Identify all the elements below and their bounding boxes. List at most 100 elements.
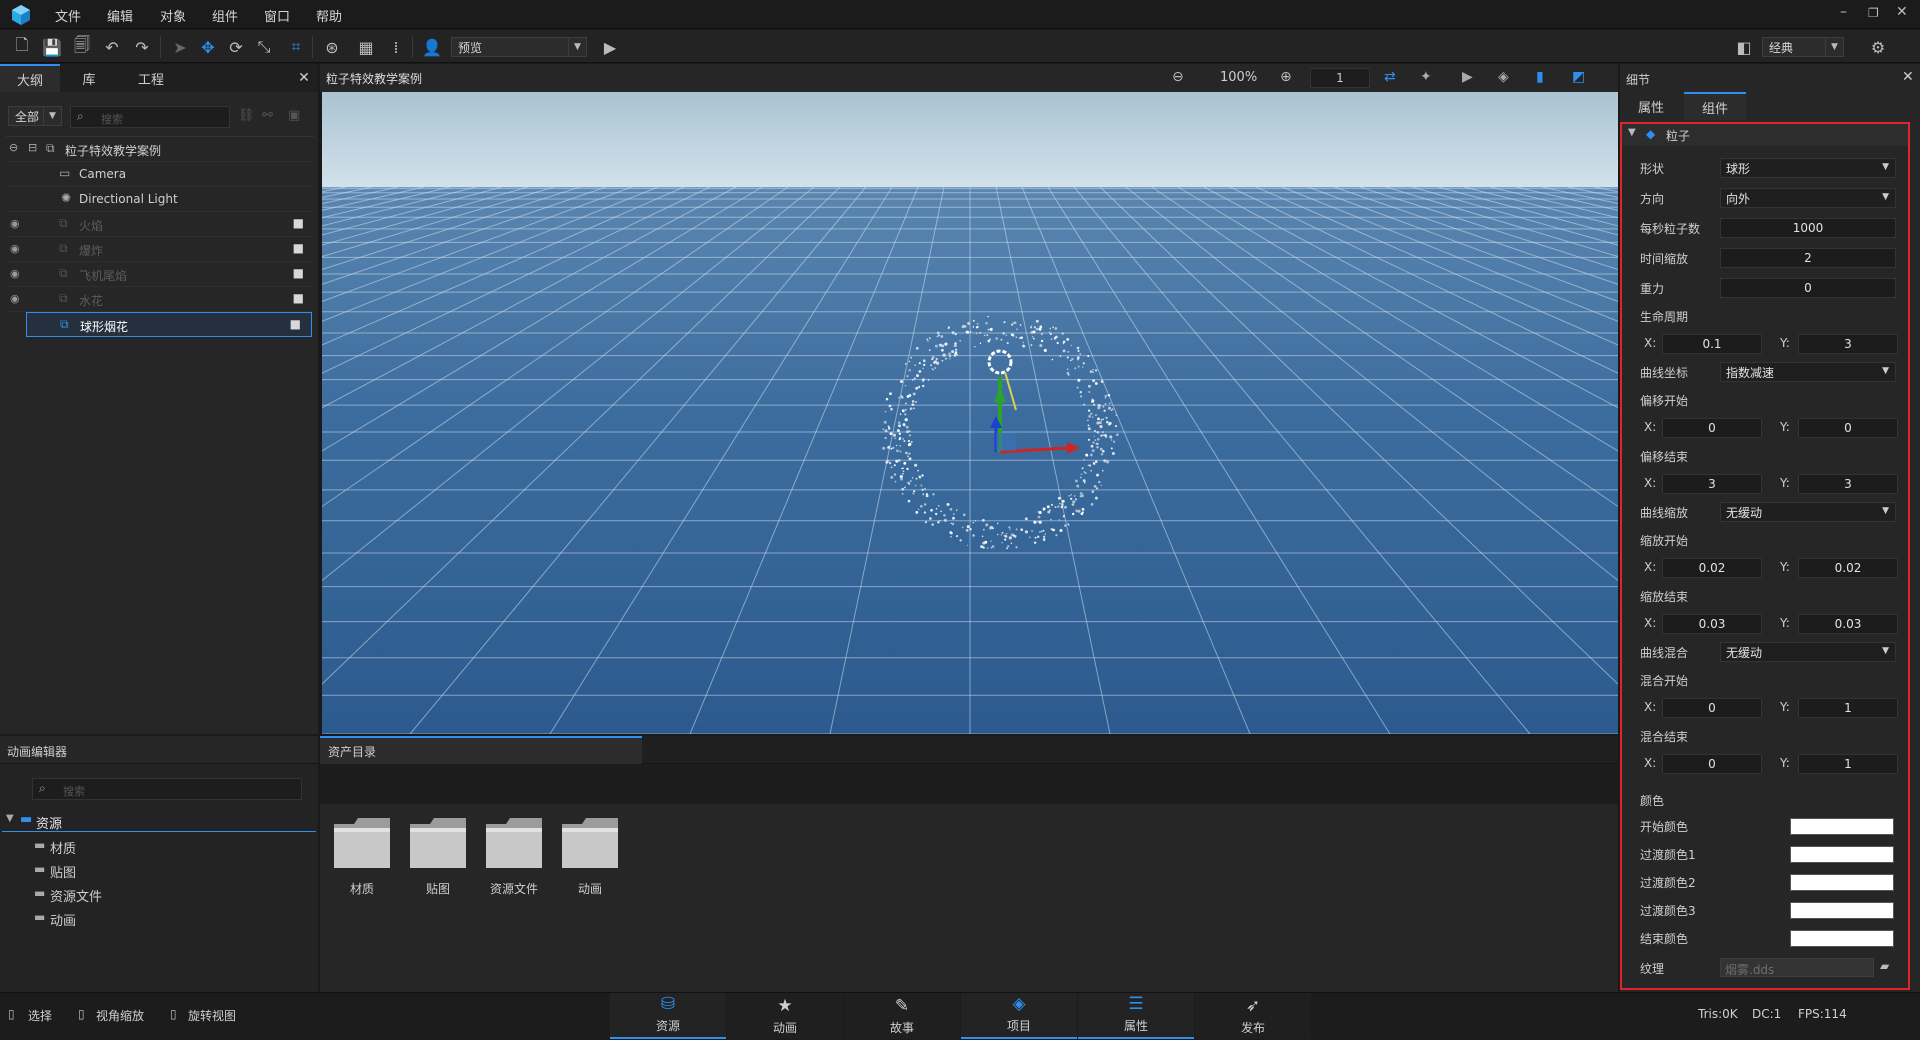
camera-view-icon[interactable]: ▶ bbox=[1462, 69, 1473, 85]
cube-icon[interactable]: ◈ bbox=[1498, 69, 1509, 85]
bottom-tab-assets[interactable]: ⛁ 资源 bbox=[610, 993, 726, 1039]
tree-item-folder[interactable]: ▬ 材质 bbox=[34, 836, 234, 858]
bottom-tab-publish[interactable]: ➶ 发布 bbox=[1195, 993, 1311, 1039]
animation-search-input[interactable]: ⌕ 搜索 bbox=[32, 778, 302, 800]
tree-item-folder[interactable]: ▬ 贴图 bbox=[34, 860, 234, 882]
blend-end-x-input[interactable]: 0 bbox=[1662, 754, 1762, 774]
eye-icon[interactable]: ◉ bbox=[10, 267, 20, 280]
blend-start-x-input[interactable]: 0 bbox=[1662, 698, 1762, 718]
zoom-out-icon[interactable]: ⊖ bbox=[1172, 69, 1184, 85]
bottom-tab-story[interactable]: ✎ 故事 bbox=[844, 993, 960, 1039]
rotate-icon[interactable]: ⟳ bbox=[224, 35, 248, 59]
outline-search-input[interactable]: ⌕ 搜索 bbox=[70, 106, 230, 128]
perspective-icon[interactable]: ▮ bbox=[1536, 69, 1544, 85]
play-icon[interactable]: ▶ bbox=[598, 35, 622, 59]
close-panel-icon[interactable]: ✕ bbox=[1902, 69, 1914, 85]
menu-object[interactable]: 对象 bbox=[160, 6, 186, 25]
new-file-icon[interactable]: 🗋 bbox=[10, 35, 34, 59]
close-window-icon[interactable]: ✕ bbox=[1896, 4, 1908, 20]
menu-component[interactable]: 组件 bbox=[212, 6, 238, 25]
asset-folder[interactable] bbox=[560, 814, 620, 872]
lifetime-x-input[interactable]: 0.1 bbox=[1662, 334, 1762, 354]
particle-section-header[interactable]: ▼ ◆ 粒子 bbox=[1622, 124, 1908, 146]
restore-icon[interactable]: ❐ bbox=[1868, 6, 1879, 20]
tree-item-particle[interactable]: ◉ ⧉ 火焰 ■ bbox=[6, 212, 314, 237]
scale-end-x-input[interactable]: 0.03 bbox=[1662, 614, 1762, 634]
texture-field[interactable]: 烟雾.dds bbox=[1720, 958, 1874, 977]
tab-project[interactable]: 工程 bbox=[120, 64, 182, 92]
scene-canvas[interactable] bbox=[322, 92, 1618, 734]
character-icon[interactable]: 👤 bbox=[420, 35, 444, 59]
video-icon[interactable]: ■ bbox=[293, 291, 304, 305]
collapse-icon[interactable]: ⊖ bbox=[9, 141, 18, 154]
curve-scale-dropdown[interactable]: 无缓动 ▼ bbox=[1720, 502, 1896, 522]
eye-icon[interactable]: ◉ bbox=[10, 242, 20, 255]
tree-item-particle-selected[interactable]: ⧉ 球形烟花 ■ bbox=[26, 312, 312, 337]
video-icon[interactable]: ■ bbox=[290, 317, 301, 331]
scale-end-y-input[interactable]: 0.03 bbox=[1798, 614, 1898, 634]
curve-coord-dropdown[interactable]: 指数减速 ▼ bbox=[1720, 362, 1896, 382]
color-end-swatch[interactable] bbox=[1790, 930, 1894, 947]
layout-dropdown[interactable]: 经典 ▼ bbox=[1762, 37, 1844, 57]
tab-asset-directory[interactable]: 资产目录 bbox=[320, 736, 642, 764]
lifetime-y-input[interactable]: 3 bbox=[1798, 334, 1898, 354]
asset-folder[interactable] bbox=[332, 814, 392, 872]
layout-icon[interactable]: ◧ bbox=[1732, 35, 1756, 59]
tree-item-particle[interactable]: ◉ ⧉ 水花 ■ bbox=[6, 287, 314, 312]
offset-start-x-input[interactable]: 0 bbox=[1662, 418, 1762, 438]
direction-dropdown[interactable]: 向外 ▼ bbox=[1720, 188, 1896, 208]
bottom-tab-properties[interactable]: ☰ 属性 bbox=[1078, 993, 1194, 1039]
asset-folder[interactable] bbox=[408, 814, 468, 872]
tree-item-particle[interactable]: ◉ ⧉ 飞机尾焰 ■ bbox=[6, 262, 314, 287]
folder-browse-icon[interactable]: ▰ bbox=[1880, 959, 1889, 973]
render-mode-icon[interactable]: ◩ bbox=[1572, 69, 1585, 85]
offset-start-y-input[interactable]: 0 bbox=[1798, 418, 1898, 438]
scale-icon[interactable]: ⤡ bbox=[252, 35, 276, 59]
bottom-tab-animation[interactable]: ★ 动画 bbox=[727, 993, 843, 1039]
redo-icon[interactable]: ↷ bbox=[130, 35, 154, 59]
menu-edit[interactable]: 编辑 bbox=[107, 6, 133, 25]
tree-root-assets[interactable]: ▼ ▬ 资源 bbox=[2, 810, 316, 832]
tab-components[interactable]: 组件 bbox=[1684, 92, 1746, 120]
eye-icon[interactable]: ◉ bbox=[10, 292, 20, 305]
frame-input[interactable]: 1 bbox=[1310, 68, 1370, 88]
grid-icon[interactable]: ▦ bbox=[354, 35, 378, 59]
rate-input[interactable]: 1000 bbox=[1720, 218, 1896, 238]
color-t3-swatch[interactable] bbox=[1790, 902, 1894, 919]
tree-item-root[interactable]: ⊖ ⊟ ⧉ 粒子特效教学案例 bbox=[6, 137, 314, 162]
move-icon[interactable]: ✥ bbox=[196, 35, 220, 59]
tree-item-folder[interactable]: ▬ 资源文件 bbox=[34, 884, 234, 906]
scale-start-y-input[interactable]: 0.02 bbox=[1798, 558, 1898, 578]
group-icon[interactable]: ▣ bbox=[288, 108, 300, 123]
curve-blend-dropdown[interactable]: 无缓动 ▼ bbox=[1720, 642, 1896, 662]
mode-dropdown[interactable]: 预览 ▼ bbox=[451, 37, 587, 57]
color-t2-swatch[interactable] bbox=[1790, 874, 1894, 891]
menu-file[interactable]: 文件 bbox=[55, 6, 81, 25]
select-arrow-icon[interactable]: ➤ bbox=[168, 35, 192, 59]
color-start-swatch[interactable] bbox=[1790, 818, 1894, 835]
eye-icon[interactable]: ◉ bbox=[10, 217, 20, 230]
sync-icon[interactable]: ⇄ bbox=[1384, 69, 1396, 85]
outline-filter-dropdown[interactable]: 全部 ▼ bbox=[8, 106, 62, 126]
gizmo-icon[interactable]: ✦ bbox=[1420, 69, 1432, 85]
tree-item-folder[interactable]: ▬ 动画 bbox=[34, 908, 234, 930]
tab-properties[interactable]: 属性 bbox=[1620, 92, 1682, 120]
tree-item-light[interactable]: ✺ Directional Light bbox=[6, 187, 314, 212]
color-t1-swatch[interactable] bbox=[1790, 846, 1894, 863]
tree-item-particle[interactable]: ◉ ⧉ 爆炸 ■ bbox=[6, 237, 314, 262]
offset-end-x-input[interactable]: 3 bbox=[1662, 474, 1762, 494]
save-icon[interactable]: 💾 bbox=[40, 35, 64, 59]
zoom-in-icon[interactable]: ⊕ bbox=[1280, 69, 1292, 85]
blend-start-y-input[interactable]: 1 bbox=[1798, 698, 1898, 718]
minimize-icon[interactable]: – bbox=[1840, 4, 1847, 20]
shape-dropdown[interactable]: 球形 ▼ bbox=[1720, 158, 1896, 178]
link-icon[interactable]: ⛓ bbox=[238, 108, 255, 123]
dot-grid-icon[interactable]: ⁞ bbox=[384, 35, 408, 59]
tab-outline[interactable]: 大纲 bbox=[0, 64, 60, 92]
tree-item-camera[interactable]: ▭ Camera bbox=[6, 162, 314, 187]
blend-end-y-input[interactable]: 1 bbox=[1798, 754, 1898, 774]
menu-help[interactable]: 帮助 bbox=[316, 6, 342, 25]
unlink-icon[interactable]: ⚯ bbox=[262, 108, 273, 123]
expand-box-icon[interactable]: ⊟ bbox=[28, 141, 37, 154]
tab-library[interactable]: 库 bbox=[60, 64, 118, 92]
